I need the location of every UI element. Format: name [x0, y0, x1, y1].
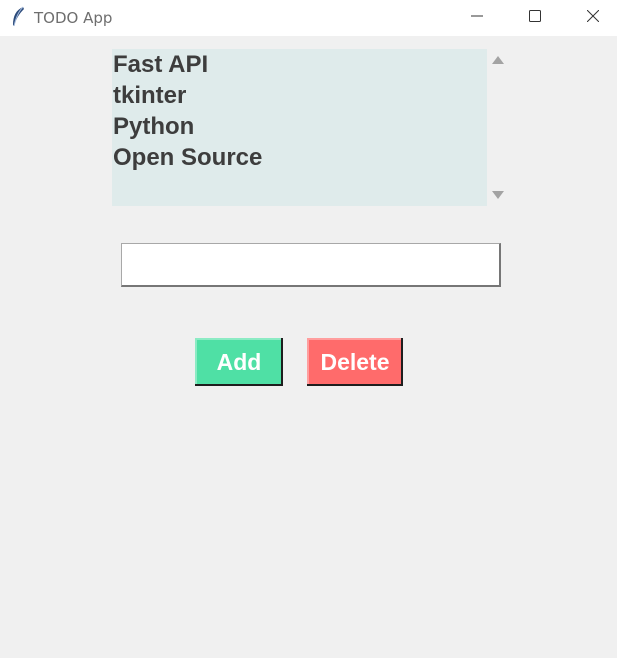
list-item[interactable]: Fast API: [112, 49, 262, 80]
todo-list: Fast API tkinter Python Open Source: [112, 49, 262, 173]
app-window: TODO App Fast API tkinter Python Open Sourc…: [0, 0, 617, 658]
window-title: TODO App: [34, 9, 113, 27]
delete-button[interactable]: Delete: [307, 338, 403, 386]
close-icon: [586, 9, 600, 27]
minimize-button[interactable]: [448, 0, 506, 36]
list-item[interactable]: tkinter: [112, 80, 262, 111]
scroll-down-icon[interactable]: [492, 191, 504, 199]
todo-input[interactable]: [121, 243, 501, 287]
list-item[interactable]: Python: [112, 111, 262, 142]
scroll-up-icon[interactable]: [492, 56, 504, 64]
close-button[interactable]: [564, 0, 617, 36]
add-button[interactable]: Add: [195, 338, 283, 386]
todo-listbox[interactable]: Fast API tkinter Python Open Source: [112, 49, 487, 206]
minimize-icon: [471, 9, 483, 27]
feather-icon: [10, 6, 26, 28]
maximize-icon: [529, 9, 541, 27]
title-bar[interactable]: TODO App: [0, 0, 617, 36]
list-item[interactable]: Open Source: [112, 142, 262, 173]
maximize-button[interactable]: [506, 0, 564, 36]
listbox-scrollbar[interactable]: [488, 49, 508, 206]
